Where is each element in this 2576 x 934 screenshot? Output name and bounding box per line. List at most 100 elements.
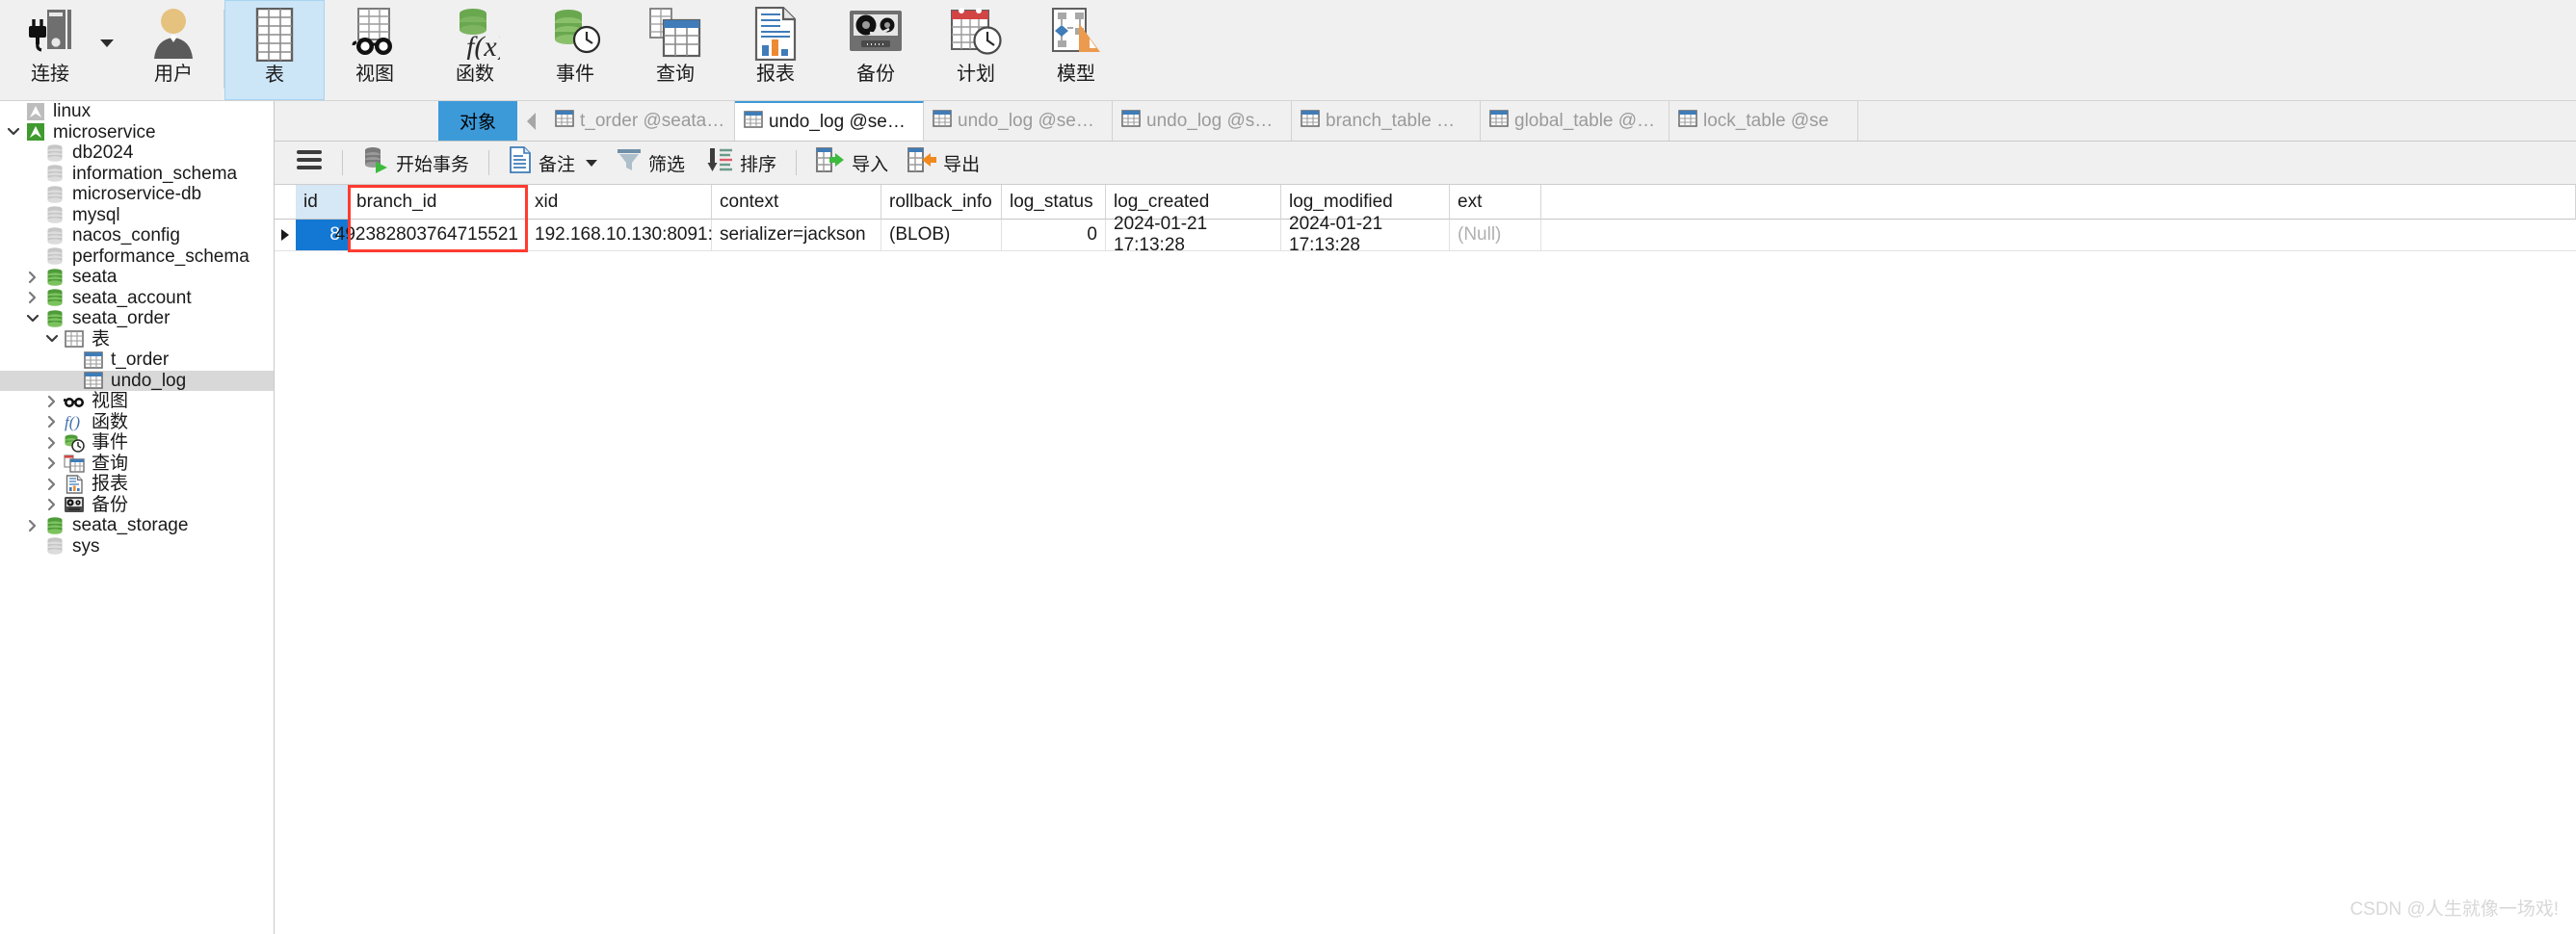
database-gray-icon [42,226,67,246]
cell-log_modified[interactable]: 2024-01-21 17:13:28 [1281,214,1450,255]
tree-item--[interactable]: 报表 [0,474,274,495]
sort-button[interactable]: 排序 [695,145,786,180]
toolbar-button-user[interactable]: 用户 [123,0,223,100]
tree-item--[interactable]: f() 函数 [0,412,274,433]
toolbar-label-connection: 连接 [31,64,69,85]
chevron-right-icon[interactable] [23,519,42,532]
tab-1[interactable]: undo_log @seata_... [735,101,924,141]
database-gray-icon [42,164,67,183]
data-grid[interactable]: id branch_id xid context rollback_info log_st… [275,185,2576,255]
tab-label: global_table @seat... [1514,110,1660,131]
begin-transaction-icon [362,146,389,179]
toolbar-button-event[interactable]: 事件 [525,0,625,100]
column-header-context[interactable]: context [712,185,881,220]
toolbar-button-report[interactable]: 报表 [725,0,826,100]
tree-item-seata[interactable]: seata [0,267,274,288]
tab-6[interactable]: lock_table @se [1669,101,1858,141]
toolbar-button-backup[interactable]: 备份 [826,0,926,100]
tree-item-label: 表 [92,328,111,350]
toolbar-button-model[interactable]: 模型 [1026,0,1126,100]
database-green-icon [42,309,67,328]
tree-item-performance_schema[interactable]: performance_schema [0,246,274,268]
tree-item-linux[interactable]: linux [0,101,274,122]
tab-object[interactable]: 对象 [438,101,517,141]
toolbar-button-query[interactable]: 查询 [625,0,725,100]
toolbar-connection-dropdown[interactable] [100,0,123,100]
chevron-right-icon[interactable] [42,478,62,491]
tree-item-microservice-db[interactable]: microservice-db [0,184,274,205]
column-header-log_status[interactable]: log_status [1002,185,1106,220]
import-button[interactable]: 导入 [806,145,898,180]
tree-item-t_order[interactable]: t_order [0,350,274,371]
cell-context[interactable]: serializer=jackson [712,220,881,251]
connection-green-icon [23,122,48,142]
toolbar-button-schedule[interactable]: 计划 [926,0,1026,100]
column-header-branch_id[interactable]: branch_id [349,185,527,220]
tree-item-label: db2024 [72,143,134,164]
tree-item-mysql[interactable]: mysql [0,205,274,226]
note-button[interactable]: 备注 [499,145,607,180]
export-button[interactable]: 导出 [898,145,989,180]
chevron-right-icon[interactable] [42,395,62,408]
cell-branch_id[interactable]: 492382803764715521 [335,220,527,251]
cell-xid[interactable]: 192.168.10.130:8091:4923 [527,220,753,251]
chevron-right-icon[interactable] [42,415,62,428]
tab-5[interactable]: global_table @seat... [1481,101,1669,141]
tree-item-label: 备份 [92,494,129,515]
cell-filler [1541,220,2576,251]
event-clock-icon [62,433,87,453]
tree-item-seata_order[interactable]: seata_order [0,308,274,329]
sort-label: 排序 [740,154,777,175]
table-row[interactable]: 8 492382803764715521 192.168.10.130:8091:4… [275,214,2576,255]
tree-item--[interactable]: 表 [0,329,274,350]
function-fx-icon: f(x) [450,6,500,62]
tree-item-seata_account[interactable]: seata_account [0,288,274,309]
chevron-down-icon[interactable] [42,332,62,346]
column-header-rollback_info[interactable]: rollback_info [881,185,1002,220]
begin-transaction-button[interactable]: 开始事务 [353,145,479,180]
chevron-right-icon[interactable] [42,456,62,470]
tree-item--[interactable]: 备份 [0,495,274,516]
tree-item-information_schema[interactable]: information_schema [0,164,274,185]
chevron-down-icon[interactable] [4,125,23,139]
cell-log_status[interactable]: 0 [1002,220,1106,251]
column-header-xid[interactable]: xid [527,185,712,220]
chevron-right-icon[interactable] [23,271,42,284]
tab-scroll-left-icon[interactable] [517,101,546,141]
table-icon [81,350,106,369]
column-header-id[interactable]: id [296,185,349,220]
chevron-right-icon[interactable] [23,291,42,304]
tab-3[interactable]: undo_log @seata (... [1113,101,1292,141]
toolbar-button-function[interactable]: f(x) 函数 [425,0,525,100]
tab-2[interactable]: undo_log @seata_s... [924,101,1113,141]
tree-item-sys[interactable]: sys [0,536,274,558]
tree-item--[interactable]: 查询 [0,454,274,475]
object-tree-panel[interactable]: linux microservice db2024 information_schem… [0,101,275,934]
chevron-down-icon[interactable] [23,312,42,325]
database-gray-icon [42,536,67,556]
chevron-down-icon[interactable] [586,159,598,167]
toolbar-button-table[interactable]: 表 [224,0,325,100]
cell-rollback_info[interactable]: (BLOB) [881,220,1002,251]
tab-list: t_order @seata_or... undo_log @seata_... u… [546,101,1858,141]
column-header-ext[interactable]: ext [1450,185,1541,220]
toolbar-button-view[interactable]: 视图 [325,0,425,100]
tree-item-seata_storage[interactable]: seata_storage [0,515,274,536]
filter-button[interactable]: 筛选 [607,145,695,180]
tree-item-microservice[interactable]: microservice [0,122,274,143]
chevron-right-icon[interactable] [42,498,62,511]
hamburger-menu-button[interactable] [286,145,332,180]
cell-log_created[interactable]: 2024-01-21 17:13:28 [1106,214,1281,255]
tree-item-undo_log[interactable]: undo_log [0,370,274,391]
tree-item-nacos_config[interactable]: nacos_config [0,225,274,246]
cell-ext[interactable]: (Null) [1450,220,1541,251]
tab-0[interactable]: t_order @seata_or... [546,101,735,141]
tree-item-db2024[interactable]: db2024 [0,143,274,164]
toolbar-label-function: 函数 [456,64,494,85]
chevron-right-icon[interactable] [42,436,62,450]
toolbar-button-connection[interactable]: 连接 [0,0,100,100]
tab-4[interactable]: branch_table @sea... [1292,101,1481,141]
tree-item--[interactable]: 视图 [0,391,274,412]
tree-item--[interactable]: 事件 [0,432,274,454]
import-icon [816,146,845,179]
